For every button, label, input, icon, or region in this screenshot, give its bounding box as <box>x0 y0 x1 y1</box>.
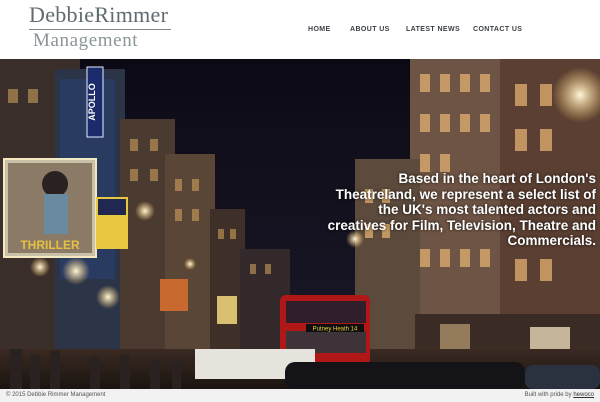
logo-name: DebbieRimmer <box>29 2 169 27</box>
nav-news-link[interactable]: LATEST NEWS <box>406 25 460 35</box>
nav-about-link[interactable]: ABOUT US <box>350 25 390 35</box>
nav-contact-link[interactable]: CONTACT US <box>473 25 522 35</box>
builder-link[interactable]: hewoco <box>573 392 594 398</box>
credit-prefix: Built with pride by <box>524 392 574 398</box>
copyright-text: © 2015 Debbie Rimmer Management <box>6 392 106 398</box>
nav-home-link[interactable]: HOME <box>308 25 331 35</box>
bus-destination-sign: Putney Heath 14 <box>313 327 358 333</box>
hero-banner: APOLLO THRILLER Putney Heath 14 Based in… <box>0 59 600 389</box>
main-nav: HOME ABOUT US LATEST NEWS CONTACT US <box>0 25 600 37</box>
site-header: DebbieRimmer Management HOME ABOUT US LA… <box>0 0 600 59</box>
thriller-billboard: THRILLER <box>20 238 80 252</box>
hero-tagline: Based in the heart of London's Theatrela… <box>327 171 596 248</box>
site-footer: © 2015 Debbie Rimmer Management Built wi… <box>0 389 600 402</box>
apollo-sign: APOLLO <box>87 83 97 121</box>
builder-credit: Built with pride by hewoco <box>525 392 594 398</box>
